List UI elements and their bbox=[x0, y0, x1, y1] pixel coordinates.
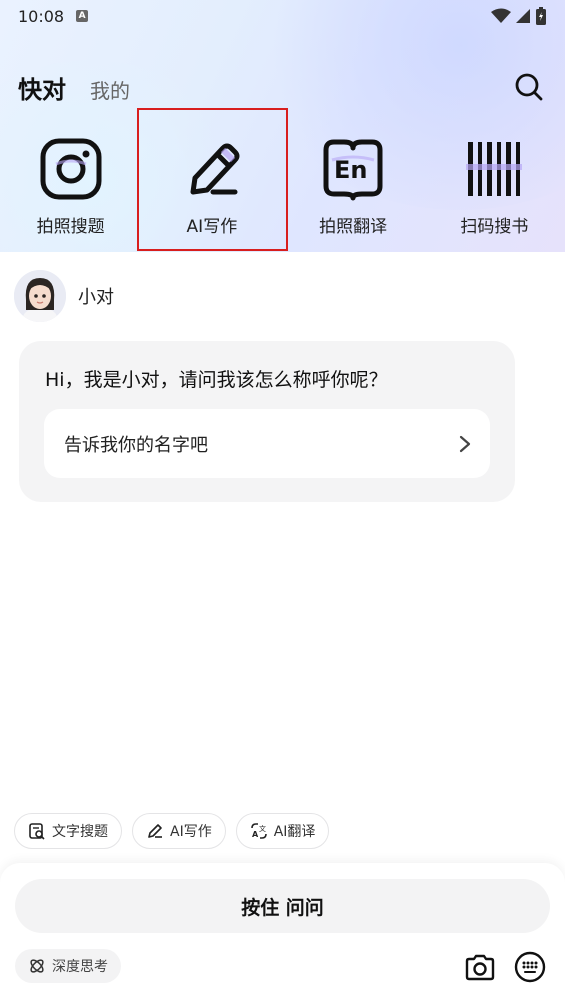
tool-scan-book[interactable]: 扫码搜书 bbox=[424, 112, 565, 248]
deep-think-toggle[interactable]: 深度思考 bbox=[15, 949, 121, 983]
search-button[interactable] bbox=[511, 69, 547, 105]
quick-action-chips: 文字搜题 AI写作 A 文 AI翻译 bbox=[14, 813, 330, 849]
chip-label: AI翻译 bbox=[273, 824, 316, 840]
signal-icon bbox=[516, 9, 530, 23]
instagram-camera-icon bbox=[38, 136, 104, 202]
chip-text-search[interactable]: 文字搜题 bbox=[14, 813, 122, 849]
deep-think-icon bbox=[30, 959, 44, 973]
tool-photo-search[interactable]: 拍照搜题 bbox=[0, 112, 141, 248]
text-search-icon bbox=[29, 823, 45, 840]
tool-label: AI写作 bbox=[186, 217, 238, 237]
assistant-message: Hi，我是小对，请问我该怎么称呼你呢？ 告诉我你的名字吧 bbox=[19, 341, 515, 502]
tool-label: 拍照搜题 bbox=[36, 217, 105, 237]
wifi-icon bbox=[491, 8, 511, 23]
keyboard-icon bbox=[514, 951, 546, 983]
svg-text:A: A bbox=[252, 830, 259, 839]
search-icon bbox=[515, 73, 543, 101]
chip-ai-translate[interactable]: A 文 AI翻译 bbox=[235, 813, 330, 849]
pencil-icon bbox=[179, 136, 245, 202]
chip-ai-writing[interactable]: AI写作 bbox=[132, 813, 226, 849]
tool-grid: 拍照搜题 AI写作 En 拍照翻译 扫码搜书 bbox=[0, 108, 565, 251]
message-text: Hi，我是小对，请问我该怎么称呼你呢？ bbox=[45, 369, 388, 391]
input-panel: 按住 问问 深度思考 bbox=[0, 863, 565, 1004]
notification-app-icon: A bbox=[76, 10, 89, 22]
battery-icon bbox=[536, 7, 546, 25]
suggested-reply-text: 告诉我你的名字吧 bbox=[64, 434, 208, 456]
keyboard-button[interactable] bbox=[512, 949, 548, 985]
assistant-header: 小对 bbox=[14, 270, 114, 322]
svg-text:En: En bbox=[334, 156, 367, 184]
deep-think-label: 深度思考 bbox=[52, 959, 108, 975]
tool-label: 拍照翻译 bbox=[319, 217, 388, 237]
app-header: 快对 我的 bbox=[0, 62, 565, 112]
svg-text:文: 文 bbox=[259, 824, 266, 833]
hold-to-ask-label: 按住 问问 bbox=[241, 896, 324, 919]
en-book-icon: En bbox=[320, 136, 386, 202]
tool-ai-writing[interactable]: AI写作 bbox=[137, 108, 289, 251]
barcode-icon bbox=[461, 136, 527, 202]
tool-label: 扫码搜书 bbox=[460, 217, 529, 237]
status-icons bbox=[491, 7, 547, 25]
tab-kuaidui[interactable]: 快对 bbox=[18, 70, 66, 105]
status-time: 10:08 bbox=[18, 6, 65, 26]
chip-label: 文字搜题 bbox=[52, 824, 108, 840]
assistant-name: 小对 bbox=[78, 287, 114, 308]
translate-icon: A 文 bbox=[250, 823, 267, 839]
tab-mine[interactable]: 我的 bbox=[90, 75, 130, 104]
camera-button[interactable] bbox=[462, 949, 498, 985]
status-bar: 10:08 A bbox=[0, 0, 565, 32]
camera-icon bbox=[465, 954, 495, 981]
suggested-reply[interactable]: 告诉我你的名字吧 bbox=[44, 409, 490, 478]
pencil-icon bbox=[148, 824, 162, 838]
hold-to-ask-button[interactable]: 按住 问问 bbox=[15, 879, 550, 933]
chevron-right-icon bbox=[459, 435, 471, 452]
chip-label: AI写作 bbox=[170, 824, 212, 840]
tool-photo-translate[interactable]: En 拍照翻译 bbox=[283, 112, 424, 248]
avatar[interactable] bbox=[14, 270, 66, 322]
